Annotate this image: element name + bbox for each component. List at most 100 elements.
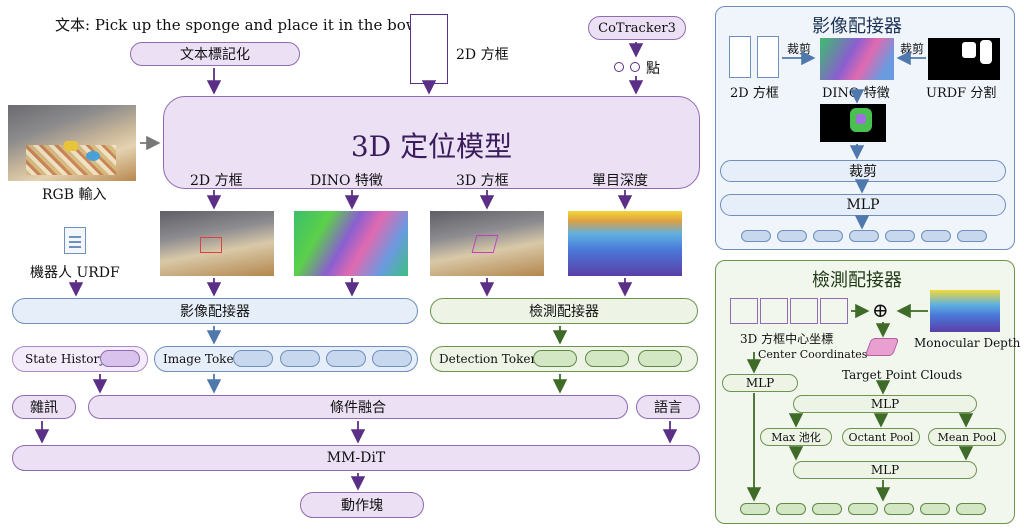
detection-adapter-box: 檢測配接器 [430, 298, 698, 324]
panel-crop-box: 裁剪 [720, 160, 1006, 182]
detect-adapter-output-token [956, 503, 986, 515]
detection-token-pill [585, 350, 629, 367]
center-coords-cn-label: 3D 方框中心坐標 [740, 332, 834, 346]
output-dino-image [294, 211, 408, 276]
rgb-input-image [8, 105, 136, 181]
image-adapter-output-token [957, 230, 987, 242]
panel-dino-image [820, 38, 894, 80]
cotracker-box: CoTracker3 [588, 16, 686, 40]
mono-depth-label: Monocular Depth [914, 336, 1021, 350]
language-label: 語言 [654, 400, 682, 416]
state-history-label: State History [25, 352, 106, 366]
model-output-box3d: 3D 方框 [456, 173, 509, 189]
detection-adapter-label: 檢測配接器 [529, 304, 599, 320]
detect-mlp-bottom-box: MLP [793, 461, 977, 479]
panel-depth-image [930, 290, 1000, 332]
grounding-model-title: 3D 定位模型 [350, 130, 513, 163]
box2d-rect-icon [757, 36, 779, 78]
model-output-dino: DINO 特徵 [310, 173, 383, 189]
detect-mlp-left-box: MLP [722, 374, 798, 392]
max-pool-box: Max 池化 [760, 428, 832, 446]
cube-icon [790, 298, 818, 324]
detect-mlp-bottom-label: MLP [870, 463, 900, 477]
language-box: 語言 [636, 395, 700, 419]
image-token-label: Image Token [163, 352, 242, 366]
image-adapter-output-token [921, 230, 951, 242]
detection-adapter-panel-title: 檢測配接器 [812, 270, 902, 291]
noise-box: 雜訊 [12, 395, 76, 419]
detection-token-pill [533, 350, 577, 367]
point-dot-icon [630, 62, 640, 72]
concat-plus-icon: ⊕ [872, 298, 889, 322]
image-adapter-panel-title: 影像配接器 [812, 16, 902, 37]
mean-pool-box: Mean Pool [928, 428, 1006, 446]
model-output-box2d: 2D 方框 [190, 173, 243, 189]
points-label: 點 [646, 61, 660, 77]
panel-box2d-label: 2D 方框 [730, 86, 779, 101]
detect-adapter-output-token [884, 503, 914, 515]
robot-urdf-label: 機器人 URDF [30, 265, 120, 281]
panel-crop-label: 裁剪 [849, 164, 877, 180]
max-pool-label: Max 池化 [771, 431, 821, 444]
octant-pool-box: Octant Pool [842, 428, 920, 446]
crop-left-label: 裁剪 [787, 42, 812, 56]
action-chunk-label: 動作塊 [341, 498, 383, 514]
point-dot-icon [614, 62, 624, 72]
octant-pool-label: Octant Pool [848, 430, 914, 444]
output-box2d-image [160, 211, 274, 276]
cropped-feature-image [820, 104, 886, 142]
image-token-pill [280, 350, 320, 367]
state-history-token [100, 350, 140, 367]
image-adapter-box: 影像配接器 [12, 298, 418, 324]
box2d-top-label: 2D 方框 [456, 47, 509, 63]
detect-mlp-left-label: MLP [745, 376, 775, 390]
image-adapter-output-token [741, 230, 771, 242]
box2d-rect-icon [410, 14, 448, 84]
mean-pool-label: Mean Pool [937, 430, 997, 444]
text-prompt: 文本: Pick up the sponge and place it in t… [55, 16, 429, 34]
detect-mlp-top-box: MLP [793, 395, 977, 413]
output-box3d-image [430, 211, 544, 276]
output-depth-image [568, 211, 682, 276]
cube-icon [820, 298, 848, 324]
detect-adapter-output-token [812, 503, 842, 515]
crop-right-label: 裁剪 [900, 42, 925, 56]
detect-adapter-output-token [920, 503, 950, 515]
condition-fusion-label: 條件融合 [330, 400, 386, 416]
detect-adapter-output-token [776, 503, 806, 515]
diagram-canvas: 文本: Pick up the sponge and place it in t… [0, 0, 1024, 530]
image-adapter-output-token [849, 230, 879, 242]
urdf-seg-image [928, 38, 1000, 80]
action-chunk-box: 動作塊 [300, 492, 424, 518]
image-adapter-label: 影像配接器 [180, 304, 250, 320]
panel-dino-label: DINO 特徵 [822, 86, 890, 101]
cube-icon [730, 298, 758, 324]
text-tokenize-box: 文本標記化 [130, 42, 300, 66]
rgb-input-label: RGB 輸入 [42, 187, 107, 203]
image-token-pill [326, 350, 366, 367]
detection-token-label: Detection Token [439, 352, 539, 366]
noise-label: 雜訊 [30, 400, 58, 416]
cube-icon [760, 298, 788, 324]
urdf-seg-label: URDF 分割 [926, 86, 997, 101]
image-token-pill [372, 350, 412, 367]
detect-adapter-output-token [848, 503, 878, 515]
model-output-depth: 單目深度 [592, 173, 648, 189]
panel-image-mlp-box: MLP [720, 194, 1006, 216]
mmdit-box: MM-DiT [12, 445, 700, 471]
box2d-rect-icon [729, 36, 751, 78]
mmdit-label: MM-DiT [326, 450, 386, 466]
text-tokenize-label: 文本標記化 [180, 47, 250, 63]
urdf-document-icon [64, 227, 86, 254]
detection-token-pill [638, 350, 682, 367]
panel-image-mlp-label: MLP [846, 197, 880, 213]
image-adapter-output-token [813, 230, 843, 242]
center-coords-en-label: Center Coordinates [758, 348, 868, 361]
detect-mlp-top-label: MLP [870, 397, 900, 411]
cotracker-label: CoTracker3 [598, 20, 676, 36]
image-adapter-output-token [777, 230, 807, 242]
condition-fusion-box: 條件融合 [88, 395, 628, 419]
image-token-pill [233, 350, 273, 367]
image-adapter-output-token [885, 230, 915, 242]
target-pc-label: Target Point Clouds [842, 368, 963, 382]
